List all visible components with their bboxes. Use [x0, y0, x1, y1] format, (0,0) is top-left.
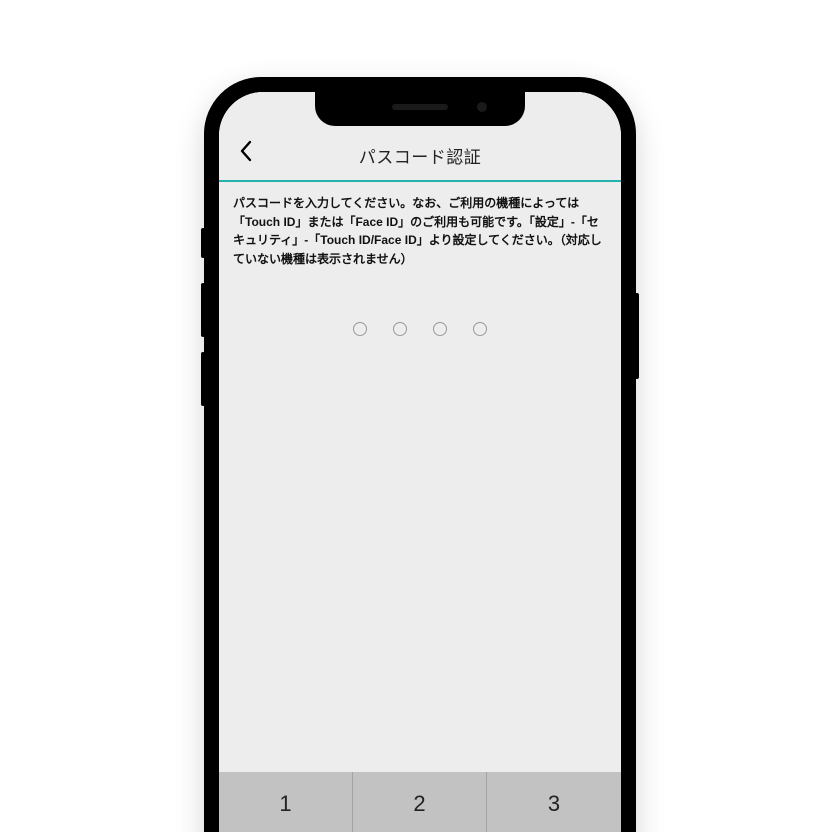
notch — [315, 92, 525, 126]
passcode-dot — [473, 322, 487, 336]
keypad-key-3[interactable]: 3 — [487, 772, 621, 832]
volume-down-button — [201, 352, 205, 406]
keypad-key-1[interactable]: 1 — [219, 772, 353, 832]
back-button[interactable] — [229, 136, 263, 170]
phone-frame: パスコード認証 パスコードを入力してください。なお、ご利用の機種によっては「To… — [205, 78, 635, 832]
passcode-dot — [393, 322, 407, 336]
passcode-dot — [433, 322, 447, 336]
app-screen: パスコード認証 パスコードを入力してください。なお、ご利用の機種によっては「To… — [219, 92, 621, 832]
chevron-left-icon — [239, 140, 253, 167]
volume-up-button — [201, 283, 205, 337]
mute-switch — [201, 228, 205, 258]
instructions-text: パスコードを入力してください。なお、ご利用の機種によっては「Touch ID」ま… — [219, 182, 621, 284]
page-title: パスコード認証 — [359, 143, 482, 168]
keypad-key-2[interactable]: 2 — [353, 772, 487, 832]
power-button — [635, 293, 639, 379]
passcode-dot — [353, 322, 367, 336]
passcode-dots — [219, 284, 621, 374]
numeric-keypad: 1 2 3 4 5 6 7 8 9 — [219, 772, 621, 832]
